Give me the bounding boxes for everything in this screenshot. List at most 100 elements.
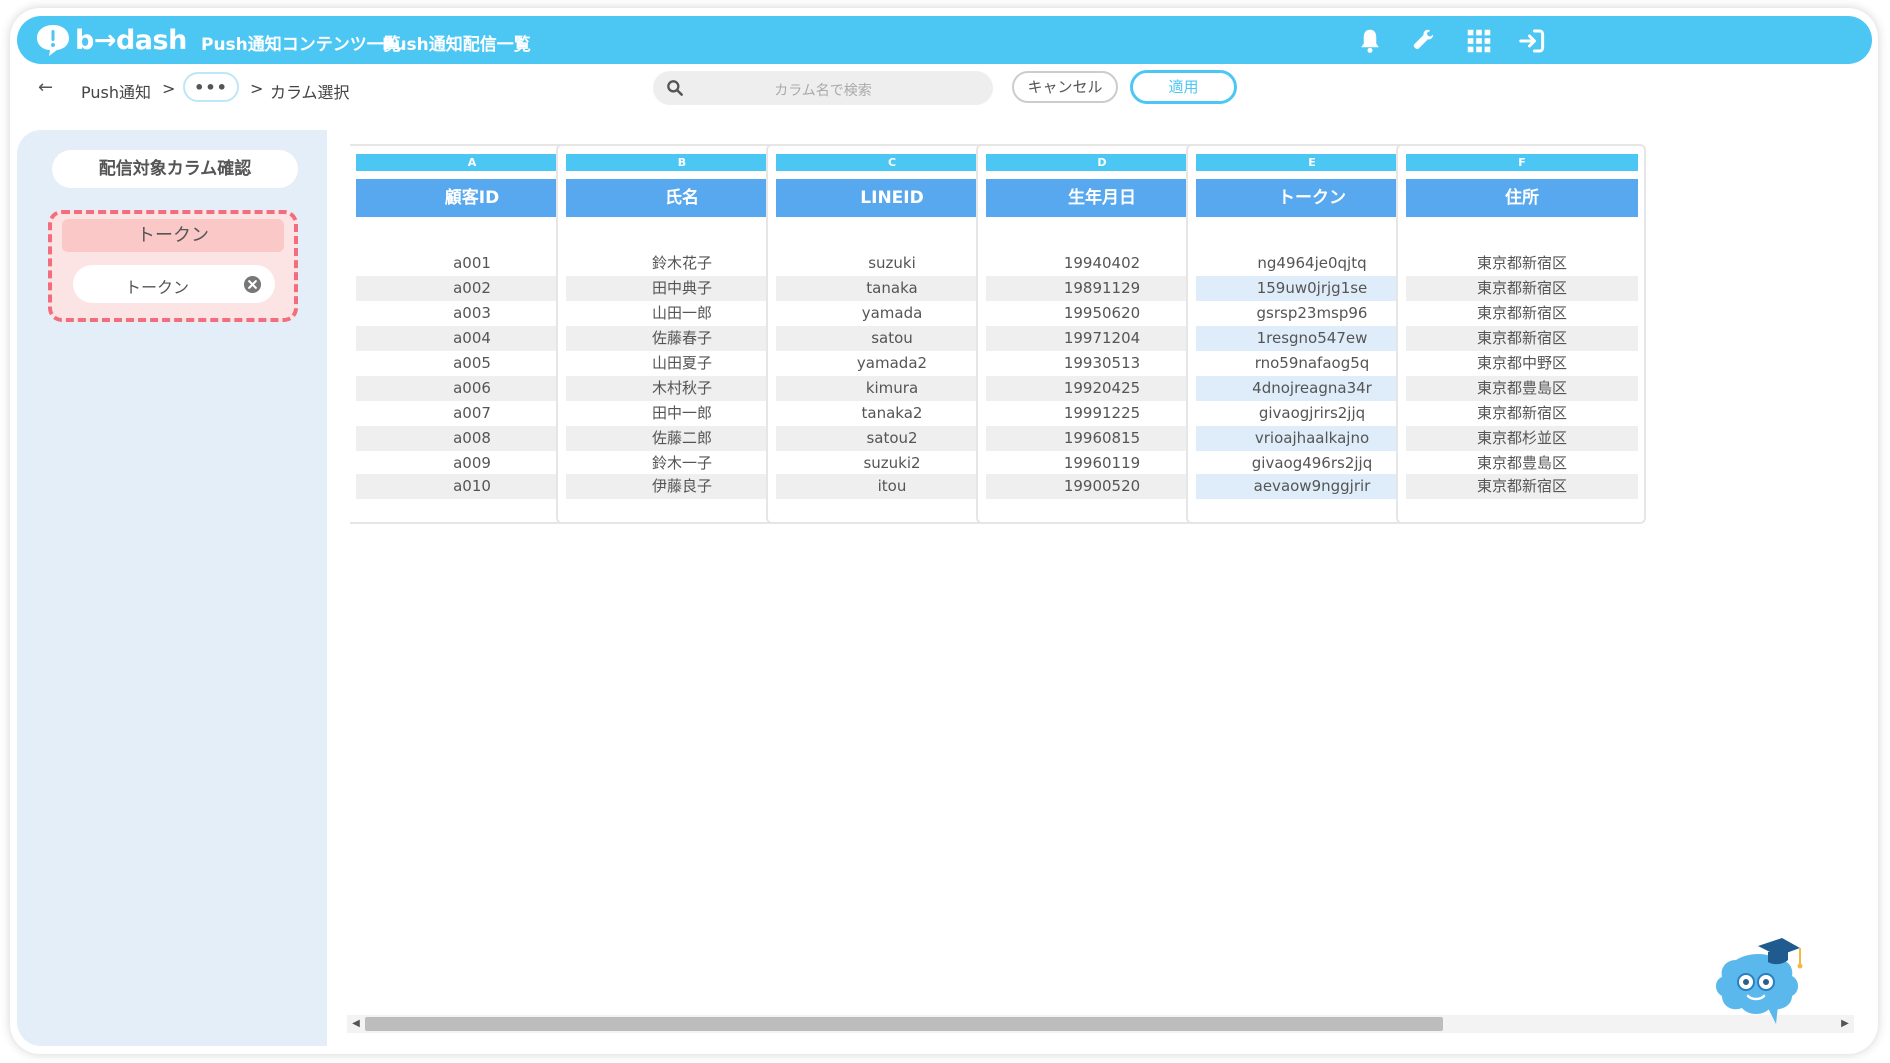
table-cell: a007 [453,404,491,422]
table-cell: 東京都新宿区 [1406,326,1638,351]
selected-group-label: トークン [62,219,284,252]
scroll-right-icon[interactable]: ▶ [1838,1017,1852,1031]
search-placeholder: カラム名で検索 [774,83,872,99]
table-cell: 19900520 [986,474,1218,499]
table-cell: a003 [453,304,491,322]
table-cell: suzuki [868,254,916,272]
column-header[interactable]: 氏名 [566,179,798,217]
bell-icon[interactable] [1355,26,1385,56]
apply-button[interactable]: 適用 [1130,70,1237,104]
back-arrow-icon[interactable]: ← [38,77,53,98]
breadcrumb-current: カラム選択 [270,83,350,102]
table-cell: 東京都新宿区 [1406,276,1638,301]
column-search-input[interactable]: カラム名で検索 [653,71,993,105]
breadcrumb-root[interactable]: Push通知 [81,79,151,103]
breadcrumb-separator: > [162,79,176,98]
logo-bubble-icon [37,25,69,56]
horizontal-scrollbar[interactable]: ◀ ▶ [347,1015,1854,1033]
table-cell: 東京都中野区 [1476,354,1567,372]
logo[interactable]: b→dash [35,21,187,59]
table-cell: 山田夏子 [651,354,712,372]
table-cell: 19950620 [1063,304,1141,322]
cancel-button[interactable]: キャンセル [1012,71,1118,103]
breadcrumb-separator: > [250,79,264,98]
table-cell: 19940402 [1063,254,1141,272]
table-cell: satou2 [776,426,1008,451]
table-cell: aevaow9nggjrir [1196,474,1428,499]
column-letter: E [1196,154,1428,171]
nav-push-delivery-list[interactable]: Push通知配信一覧 [382,30,531,55]
column-header[interactable]: LINEID [776,179,1008,217]
table-cell: tanaka [776,276,1008,301]
table-cell: 19930513 [1063,354,1141,372]
table-cell: a001 [453,254,491,272]
table-cell: 東京都杉並区 [1406,426,1638,451]
scrollbar-thumb[interactable] [365,1017,1443,1031]
table-cell: ng4964je0qjtq [1257,254,1367,272]
top-header: b→dash Push通知コンテンツ一覧 Push通知配信一覧 [17,16,1872,64]
table-cell: 東京都豊島区 [1476,454,1567,472]
mascot-icon[interactable] [1708,920,1818,1030]
table-cell: suzuki2 [863,454,921,472]
column-letter: F [1406,154,1638,171]
table-cell: kimura [776,376,1008,401]
column-header[interactable]: 顧客ID [356,179,588,217]
logout-icon[interactable] [1517,26,1547,56]
remove-chip-icon[interactable] [243,275,262,294]
table-cell: a006 [356,376,588,401]
table-cell: 1resgno547ew [1196,326,1428,351]
table-cell: 木村秋子 [566,376,798,401]
column-header[interactable]: 生年月日 [986,179,1218,217]
column-letter: B [566,154,798,171]
logo-text: b→dash [75,24,187,56]
grid-icon[interactable] [1464,26,1494,56]
sidebar-title: 配信対象カラム確認 [52,150,298,188]
column-table: A 顧客ID a001 a002 a003 a004 a005 a006 a007 a008 a00… [350,142,1854,527]
table-cell: 159uw0jrjg1se [1196,276,1428,301]
table-cell: 19891129 [986,276,1218,301]
table-cell: yamada2 [856,354,928,372]
table-cell: 4dnojreagna34r [1196,376,1428,401]
table-cell: a005 [453,354,491,372]
table-cell: 山田一郎 [651,304,712,322]
table-column[interactable]: F 住所 東京都新宿区 東京都新宿区 東京都新宿区 東京都新宿区 東京都中野区 東京都豊島区東… [1396,144,1646,524]
table-cell: a008 [356,426,588,451]
table-cell: 佐藤二郎 [566,426,798,451]
nav-push-content-list[interactable]: Push通知コンテンツ一覧 [201,30,401,55]
column-letter: C [776,154,1008,171]
table-cell: 19960119 [1063,454,1141,472]
table-cell: 東京都豊島区 [1406,376,1638,401]
table-cell: vrioajhaalkajno [1196,426,1428,451]
table-cell: 佐藤春子 [566,326,798,351]
table-cell: givaogjrirs2jjq [1258,404,1366,422]
table-cell: 東京都新宿区 [1476,304,1567,322]
chip-label: トークン [124,278,189,297]
table-cell: itou [776,474,1008,499]
wrench-icon[interactable] [1410,26,1440,56]
table-cell: 田中典子 [566,276,798,301]
column-header[interactable]: 住所 [1406,179,1638,217]
table-cell: 東京都新宿区 [1476,404,1567,422]
column-letter: D [986,154,1218,171]
table-cell: 19920425 [986,376,1218,401]
table-cell: a009 [453,454,491,472]
table-cell: a004 [356,326,588,351]
table-cell: 東京都新宿区 [1476,254,1567,272]
table-cell: satou [776,326,1008,351]
scroll-left-icon[interactable]: ◀ [349,1017,363,1031]
table-cell: tanaka2 [861,404,923,422]
table-cell: a002 [356,276,588,301]
table-cell: rno59nafaog5q [1254,354,1370,372]
table-cell: a010 [356,474,588,499]
column-header[interactable]: トークン [1196,179,1428,217]
breadcrumb-more-button[interactable]: ••• [183,72,239,102]
table-cell: 鈴木花子 [651,254,712,272]
selected-column-chip[interactable]: トークン [73,265,275,303]
table-cell: gsrsp23msp96 [1256,304,1368,322]
table-cell: 19960815 [986,426,1218,451]
table-cell: 東京都新宿区 [1406,474,1638,499]
table-cell: givaog496rs2jjq [1251,454,1373,472]
column-letter: A [356,154,588,171]
table-cell: 19971204 [986,326,1218,351]
table-cell: yamada [861,304,923,322]
